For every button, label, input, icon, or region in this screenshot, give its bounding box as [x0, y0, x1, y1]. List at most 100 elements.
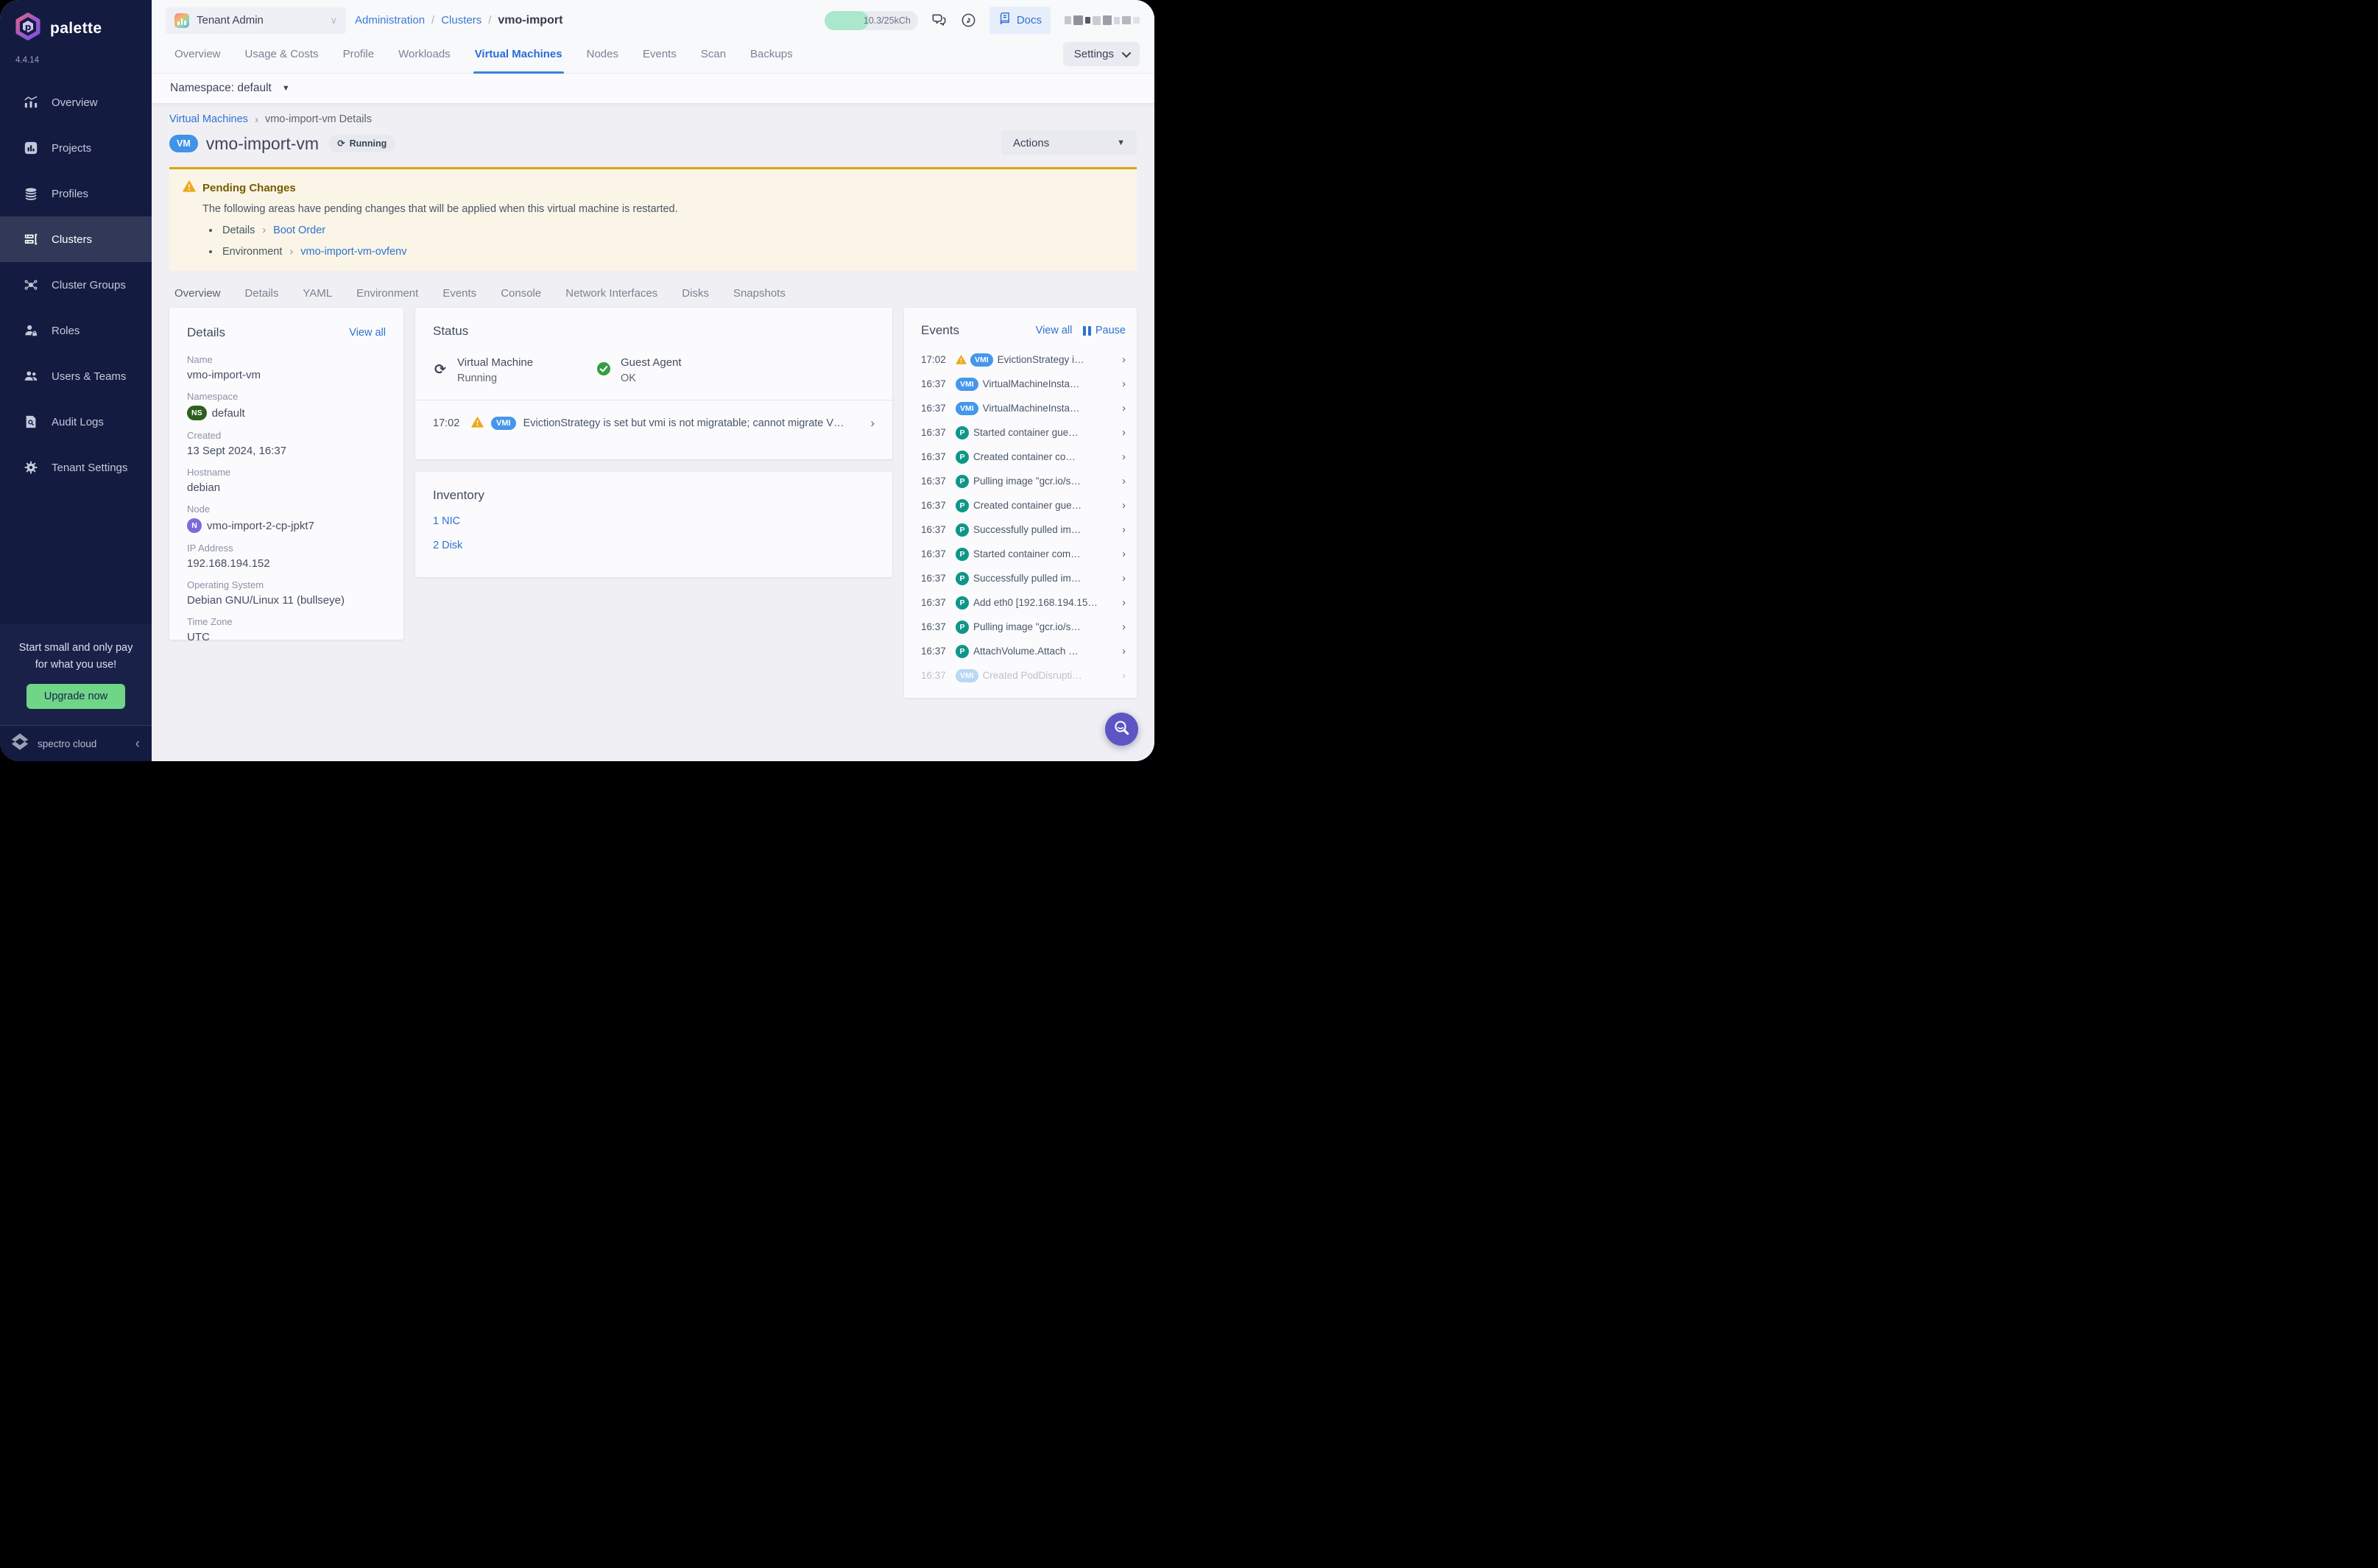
event-text: EvictionStrategy i…: [998, 354, 1118, 365]
vm-subtab[interactable]: Disks: [682, 287, 709, 300]
breadcrumb: Administration / Clusters / vmo-import: [355, 14, 562, 27]
vm-subtab[interactable]: YAML: [303, 287, 332, 300]
field-value: UTC: [187, 631, 210, 643]
refresh-icon: ⟳: [337, 138, 345, 149]
event-row[interactable]: 16:37 P Successfully pulled im… ›: [921, 518, 1126, 542]
search-fab[interactable]: [1105, 713, 1138, 746]
sidebar-item-roles[interactable]: Roles: [0, 308, 152, 353]
chevron-right-icon: ›: [1122, 378, 1126, 390]
detail-field: Node N vmo-import-2-cp-jpkt7: [187, 504, 386, 533]
sidebar-item-cluster-groups[interactable]: Cluster Groups: [0, 262, 152, 308]
event-row[interactable]: 16:37 P Pulling image "gcr.io/s… ›: [921, 469, 1126, 493]
settings-button[interactable]: Settings: [1063, 42, 1140, 66]
breadcrumb-clusters[interactable]: Clusters: [441, 14, 481, 27]
vm-subtab[interactable]: Events: [442, 287, 476, 300]
event-row[interactable]: 16:37 VMI VirtualMachineInsta… ›: [921, 372, 1126, 396]
event-text: Started container gue…: [973, 427, 1118, 438]
actions-dropdown[interactable]: Actions ▼: [1001, 130, 1137, 155]
vm-subtab[interactable]: Network Interfaces: [565, 287, 657, 300]
pending-change-link[interactable]: vmo-import-vm-ovfenv: [300, 246, 406, 258]
status-item-vm: ⟳ Virtual Machine Running: [433, 356, 596, 384]
event-row[interactable]: 16:37 VMI VirtualMachineInsta… ›: [921, 396, 1126, 420]
status-event-row[interactable]: 17:02 VMI EvictionStrategy is set but vm…: [433, 400, 875, 446]
audit-logs-icon: [23, 414, 39, 429]
cluster-tab[interactable]: Events: [643, 35, 677, 74]
event-text: Created PodDisrupti…: [983, 670, 1118, 681]
pause-button[interactable]: Pause: [1083, 325, 1126, 336]
collapse-sidebar-icon[interactable]: ‹: [135, 737, 140, 751]
sidebar-item-projects[interactable]: Projects: [0, 125, 152, 171]
scope-selector[interactable]: Tenant Admin ∨: [166, 7, 346, 34]
cluster-tab[interactable]: Overview: [174, 35, 221, 74]
refresh-icon: ⟳: [433, 356, 448, 384]
event-source-badge: P: [956, 596, 969, 610]
events-view-all-link[interactable]: View all: [1036, 325, 1073, 336]
vm-subtab[interactable]: Snapshots: [733, 287, 786, 300]
sidebar-item-clusters[interactable]: Clusters: [0, 216, 152, 262]
usage-meter[interactable]: 10.3/25kCh: [825, 11, 918, 30]
nic-link[interactable]: 1 NIC: [433, 515, 875, 527]
event-row[interactable]: 16:37 P Successfully pulled im… ›: [921, 566, 1126, 590]
cluster-tab[interactable]: Backups: [750, 35, 793, 74]
event-row[interactable]: 16:37 P Created container co… ›: [921, 445, 1126, 469]
event-row[interactable]: 16:37 P Add eth0 [192.168.194.15… ›: [921, 590, 1126, 615]
caret-down-icon: ▼: [282, 84, 290, 93]
sidebar-item-tenant-settings[interactable]: Tenant Settings: [0, 445, 152, 490]
cluster-tab[interactable]: Usage & Costs: [245, 35, 319, 74]
event-time: 16:37: [921, 646, 956, 657]
cluster-tab[interactable]: Virtual Machines: [475, 35, 562, 74]
main-area: Tenant Admin ∨ Administration / Clusters…: [152, 0, 1154, 761]
breadcrumb-administration[interactable]: Administration: [355, 14, 425, 27]
sidebar-item-overview[interactable]: Overview: [0, 80, 152, 125]
event-row[interactable]: 17:02 VMI EvictionStrategy i… ›: [921, 347, 1126, 372]
sidebar-item-users-teams[interactable]: Users & Teams: [0, 353, 152, 399]
event-row[interactable]: 16:37 P Started container gue… ›: [921, 420, 1126, 445]
field-label: Hostname: [187, 467, 386, 478]
vm-subtab[interactable]: Environment: [356, 287, 418, 300]
compass-icon[interactable]: [960, 12, 977, 29]
inventory-card-title: Inventory: [433, 488, 484, 503]
projects-icon: [23, 141, 39, 155]
event-text: Add eth0 [192.168.194.15…: [973, 597, 1118, 608]
vm-subtab[interactable]: Console: [501, 287, 541, 300]
event-row[interactable]: 16:37 P Created container gue… ›: [921, 493, 1126, 518]
sidebar-item-audit-logs[interactable]: Audit Logs: [0, 399, 152, 445]
vm-subtab[interactable]: Details: [245, 287, 279, 300]
event-row[interactable]: 16:37 VMI Created PodDisrupti… ›: [921, 663, 1126, 688]
users-teams-icon: [23, 369, 39, 384]
event-row[interactable]: 16:37 P Pulling image "gcr.io/s… ›: [921, 615, 1126, 639]
upgrade-now-button[interactable]: Upgrade now: [27, 684, 125, 709]
pause-icon: [1083, 326, 1091, 336]
event-time: 16:37: [921, 597, 956, 608]
disk-link[interactable]: 2 Disk: [433, 540, 875, 551]
sidebar-item-profiles[interactable]: Profiles: [0, 171, 152, 216]
chat-icon[interactable]: [931, 12, 948, 29]
event-text: Pulling image "gcr.io/s…: [973, 621, 1118, 632]
event-source-badge: VMI: [956, 669, 978, 682]
pending-description: The following areas have pending changes…: [202, 203, 1123, 215]
details-view-all-link[interactable]: View all: [349, 327, 386, 339]
vm-breadcrumb-link[interactable]: Virtual Machines: [169, 113, 248, 125]
event-source-badge: P: [956, 499, 969, 512]
pending-items: Details › Boot Order Environment › vmo-i…: [209, 225, 1123, 258]
cluster-tab[interactable]: Workloads: [398, 35, 451, 74]
vm-subtab[interactable]: Overview: [174, 287, 221, 300]
redacted-user-info: [1065, 15, 1140, 25]
chevron-right-icon: ›: [1122, 669, 1126, 682]
chevron-right-icon: ›: [870, 416, 875, 431]
palette-logo-icon: p: [13, 12, 43, 45]
event-text: AttachVolume.Attach …: [973, 646, 1118, 657]
namespace-selector[interactable]: Namespace: default ▼: [152, 74, 1154, 103]
docs-button[interactable]: Docs: [989, 7, 1051, 34]
cluster-tab[interactable]: Nodes: [587, 35, 618, 74]
cluster-tab[interactable]: Profile: [343, 35, 375, 74]
warning-icon: [471, 417, 484, 431]
namespace-label: Namespace: default: [170, 82, 272, 95]
cluster-tab[interactable]: Scan: [701, 35, 726, 74]
tenant-scope-icon: [174, 13, 189, 28]
event-row[interactable]: 16:37 P AttachVolume.Attach … ›: [921, 639, 1126, 663]
upgrade-promo: Start small and only pay for what you us…: [0, 624, 152, 725]
event-time: 16:37: [921, 670, 956, 681]
event-row[interactable]: 16:37 P Started container com… ›: [921, 542, 1126, 566]
pending-change-link[interactable]: Boot Order: [273, 225, 325, 236]
